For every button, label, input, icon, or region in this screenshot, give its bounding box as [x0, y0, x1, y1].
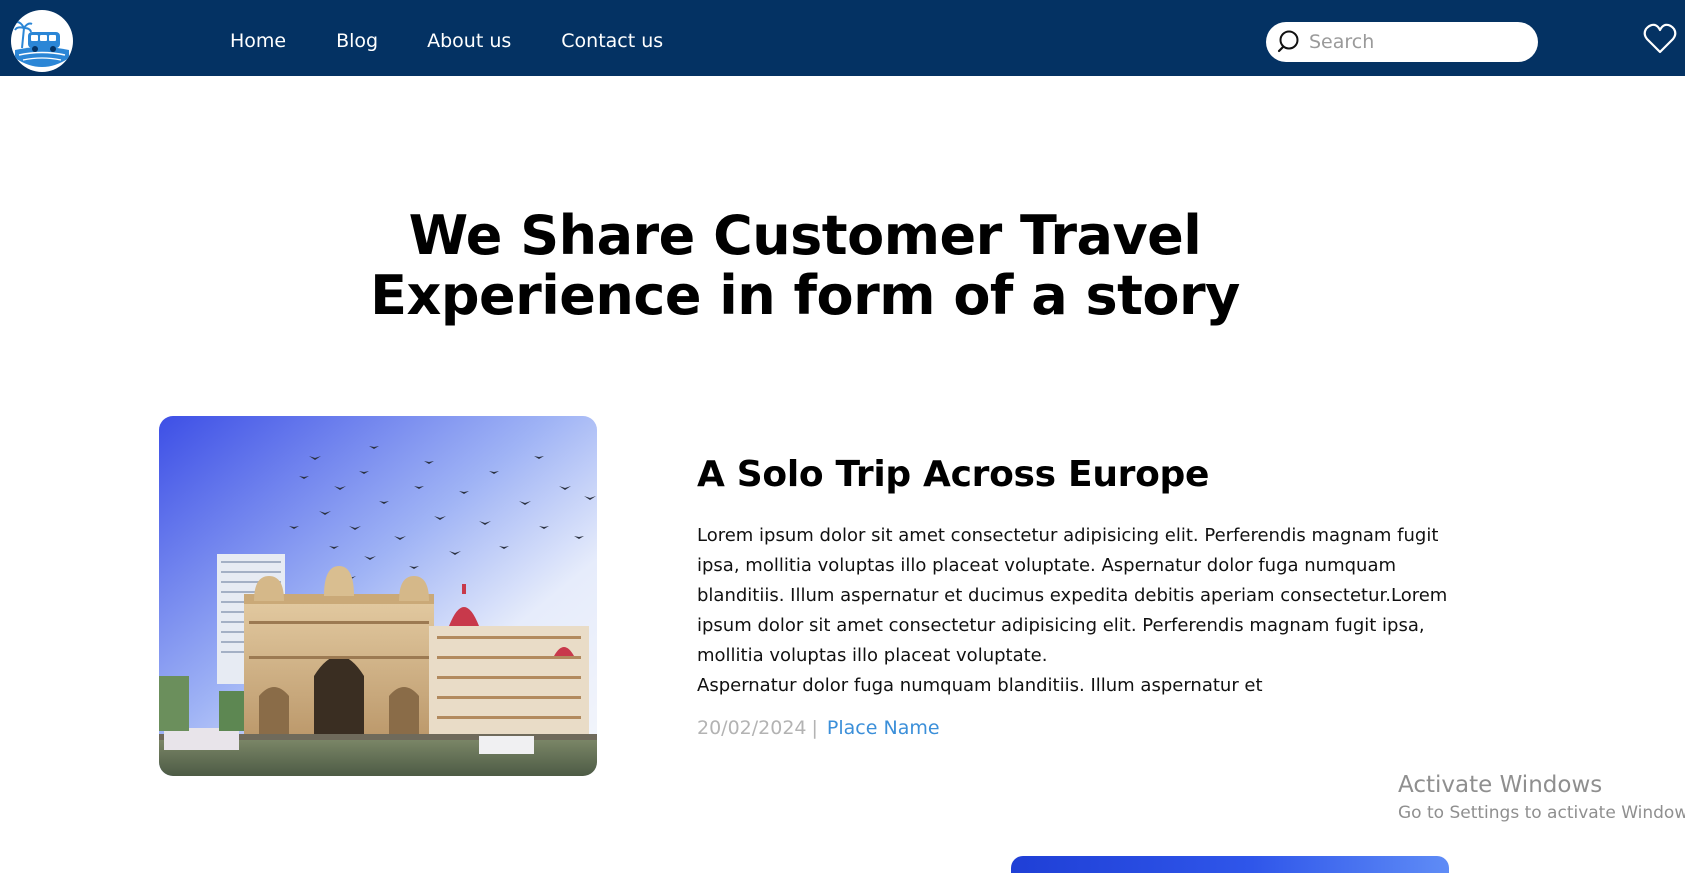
story-image[interactable]: [159, 416, 597, 776]
search-icon[interactable]: [1277, 28, 1305, 56]
watermark-title: Activate Windows: [1398, 772, 1603, 798]
page-title-line-1: We Share Customer Travel: [408, 204, 1202, 267]
story-body-paragraph-2: Aspernatur dolor fuga numquam blanditiis…: [697, 675, 1263, 696]
story-title[interactable]: A Solo Trip Across Europe: [697, 450, 1209, 500]
gateway-of-india-photo: [159, 416, 597, 776]
nav-link-home[interactable]: Home: [230, 27, 286, 55]
search-bar: [1266, 22, 1538, 62]
story-body: Lorem ipsum dolor sit amet consectetur a…: [697, 521, 1462, 701]
page-title-line-2: Experience in form of a story: [370, 264, 1240, 327]
activate-windows-watermark: Activate Windows Go to Settings to activ…: [1398, 769, 1685, 825]
favorites-button[interactable]: [1642, 21, 1678, 57]
main-nav: Home Blog About us Contact us: [230, 27, 713, 55]
nav-link-about-us[interactable]: About us: [427, 27, 511, 55]
meta-separator: |: [811, 717, 818, 739]
story-meta: 20/02/2024 | Place Name: [697, 713, 940, 743]
travel-van-logo-icon: [13, 12, 71, 70]
story-body-paragraph-1: Lorem ipsum dolor sit amet consectetur a…: [697, 525, 1448, 666]
top-navbar: Home Blog About us Contact us: [0, 0, 1685, 76]
heart-icon: [1643, 23, 1677, 54]
nav-link-blog[interactable]: Blog: [336, 27, 378, 55]
next-story-image[interactable]: [1011, 856, 1449, 873]
story-place-link[interactable]: Place Name: [827, 713, 940, 743]
search-input[interactable]: [1309, 24, 1529, 60]
nav-link-contact-us[interactable]: Contact us: [561, 27, 663, 55]
story-date: 20/02/2024: [697, 717, 807, 739]
site-logo[interactable]: [11, 10, 73, 72]
watermark-subtitle: Go to Settings to activate Windows.: [1398, 803, 1685, 823]
page-title: We Share Customer Travel Experience in f…: [290, 206, 1320, 326]
